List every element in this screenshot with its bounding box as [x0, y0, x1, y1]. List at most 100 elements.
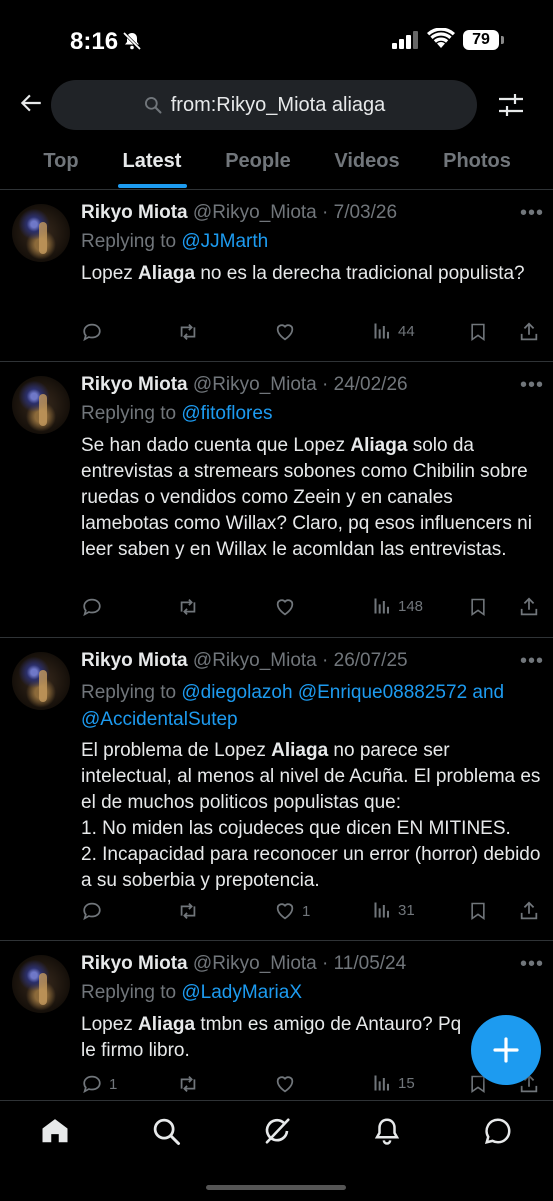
tweet-text-part: El problema de Lopez [81, 740, 272, 761]
more-icon[interactable]: ••• [520, 202, 544, 225]
like-count: 1 [302, 902, 311, 920]
author-name[interactable]: Rikyo Miota [81, 650, 188, 671]
silent-bell-icon [122, 31, 142, 51]
more-icon[interactable]: ••• [520, 650, 544, 673]
like-button[interactable] [274, 321, 302, 343]
replying-to-link[interactable]: @LadyMariaX [181, 982, 302, 1003]
like-button[interactable] [274, 1073, 302, 1095]
reply-button[interactable] [81, 900, 109, 922]
compose-plus-icon [493, 1037, 519, 1063]
search-input[interactable]: from:Rikyo_Miota aliaga [51, 80, 477, 130]
tweet-item[interactable]: Rikyo Miota @Rikyo_Miota · 24/02/26 ••• … [0, 362, 553, 638]
tweet-date[interactable]: · 7/03/26 [322, 202, 397, 223]
replying-to: Replying to @diegolazoh @Enrique08882572… [81, 679, 541, 733]
share-button[interactable] [518, 321, 540, 343]
share-button[interactable] [518, 596, 540, 618]
replying-to: Replying to @fitoflores [81, 403, 272, 425]
tweet-text-part: Lopez [81, 263, 139, 284]
nav-grok[interactable] [257, 1111, 297, 1151]
compose-button[interactable] [471, 1015, 541, 1085]
tweet-actions: 1 31 [0, 900, 553, 928]
tweet-date[interactable]: · 26/07/25 [322, 650, 408, 671]
nav-home[interactable] [35, 1111, 75, 1151]
tweet-actions: 44 [0, 321, 553, 349]
retweet-button[interactable] [176, 321, 206, 343]
tweet-text-highlight: Aliaga [138, 1014, 196, 1035]
tweet-text: Se han dado cuenta que Lopez Aliaga solo… [81, 433, 541, 563]
views-button[interactable]: 148 [372, 596, 423, 616]
wifi-icon [427, 28, 455, 48]
nav-notifications[interactable] [367, 1111, 407, 1151]
bookmark-button[interactable] [468, 596, 488, 618]
retweet-button[interactable] [176, 1073, 206, 1095]
tab-top[interactable]: Top [30, 136, 92, 188]
retweet-button[interactable] [176, 596, 206, 618]
reply-count: 1 [109, 1075, 118, 1093]
battery-tip [501, 36, 504, 44]
reply-button[interactable]: 1 [81, 1073, 117, 1095]
bookmark-button[interactable] [468, 900, 488, 922]
replying-to-link[interactable]: @fitoflores [181, 403, 272, 424]
like-button[interactable] [274, 596, 302, 618]
replying-to: Replying to @JJMarth [81, 231, 268, 253]
reply-icon [83, 323, 101, 342]
nav-messages[interactable] [478, 1111, 518, 1151]
tab-people[interactable]: People [214, 136, 302, 188]
tweet-item[interactable]: Rikyo Miota @Rikyo_Miota · 7/03/26 ••• R… [0, 190, 553, 362]
reply-button[interactable] [81, 321, 109, 343]
share-button[interactable] [518, 900, 540, 922]
avatar[interactable] [12, 376, 70, 434]
bookmark-button[interactable] [468, 321, 488, 343]
tweet-header: Rikyo Miota @Rikyo_Miota · 24/02/26 [81, 374, 408, 396]
author-name[interactable]: Rikyo Miota [81, 374, 188, 395]
search-filter-button[interactable] [496, 90, 530, 124]
author-name[interactable]: Rikyo Miota [81, 202, 188, 223]
status-bar: 8:16 79 [0, 0, 553, 80]
views-count: 148 [398, 597, 424, 615]
bookmark-icon [471, 598, 485, 617]
filter-sliders-icon [499, 94, 523, 116]
tweet-text-part: Se han dado cuenta que Lopez [81, 435, 351, 456]
tab-latest[interactable]: Latest [112, 136, 192, 188]
views-button[interactable]: 31 [372, 900, 415, 920]
tweet-text-highlight: Aliaga [350, 435, 408, 456]
author-name[interactable]: Rikyo Miota [81, 953, 188, 974]
tweet-item[interactable]: Rikyo Miota @Rikyo_Miota · 26/07/25 ••• … [0, 638, 553, 941]
like-button[interactable]: 1 [274, 900, 310, 922]
author-handle[interactable]: @Rikyo_Miota [193, 202, 317, 223]
author-handle[interactable]: @Rikyo_Miota [193, 374, 317, 395]
more-icon[interactable]: ••• [520, 953, 544, 976]
explore-icon [153, 1118, 180, 1145]
home-icon [42, 1119, 68, 1143]
avatar[interactable] [12, 955, 70, 1013]
tweet-text-part: no parece ser intelectual, al menos al n… [81, 740, 541, 891]
author-handle[interactable]: @Rikyo_Miota [193, 953, 317, 974]
author-handle[interactable]: @Rikyo_Miota [193, 650, 317, 671]
avatar[interactable] [12, 204, 70, 262]
views-button[interactable]: 15 [372, 1073, 415, 1093]
replying-to-link[interactable]: @JJMarth [181, 231, 268, 252]
tab-videos[interactable]: Videos [324, 136, 410, 188]
tweet-header: Rikyo Miota @Rikyo_Miota · 11/05/24 [81, 953, 406, 975]
search-query: from:Rikyo_Miota aliaga [170, 93, 386, 116]
views-button[interactable]: 44 [372, 321, 415, 341]
status-time: 8:16 [70, 28, 119, 55]
back-button[interactable] [14, 86, 48, 120]
like-icon [276, 324, 294, 341]
tweet-date[interactable]: · 11/05/24 [322, 953, 406, 974]
views-count: 15 [398, 1074, 415, 1092]
retweet-icon [180, 324, 196, 340]
reply-icon [83, 902, 101, 921]
tweet-item[interactable]: Rikyo Miota @Rikyo_Miota · 11/05/24 ••• … [0, 941, 553, 1101]
retweet-button[interactable] [176, 900, 206, 922]
tweet-date[interactable]: · 24/02/26 [322, 374, 408, 395]
tweet-text-highlight: Aliaga [271, 740, 329, 761]
reply-button[interactable] [81, 596, 109, 618]
like-icon [276, 903, 294, 920]
tab-photos[interactable]: Photos [432, 136, 522, 188]
nav-explore[interactable] [146, 1111, 186, 1151]
avatar[interactable] [12, 652, 70, 710]
tweet-text: Lopez Aliaga tmbn es amigo de Antauro? P… [81, 1012, 476, 1064]
more-icon[interactable]: ••• [520, 374, 544, 397]
like-icon [276, 1076, 294, 1093]
